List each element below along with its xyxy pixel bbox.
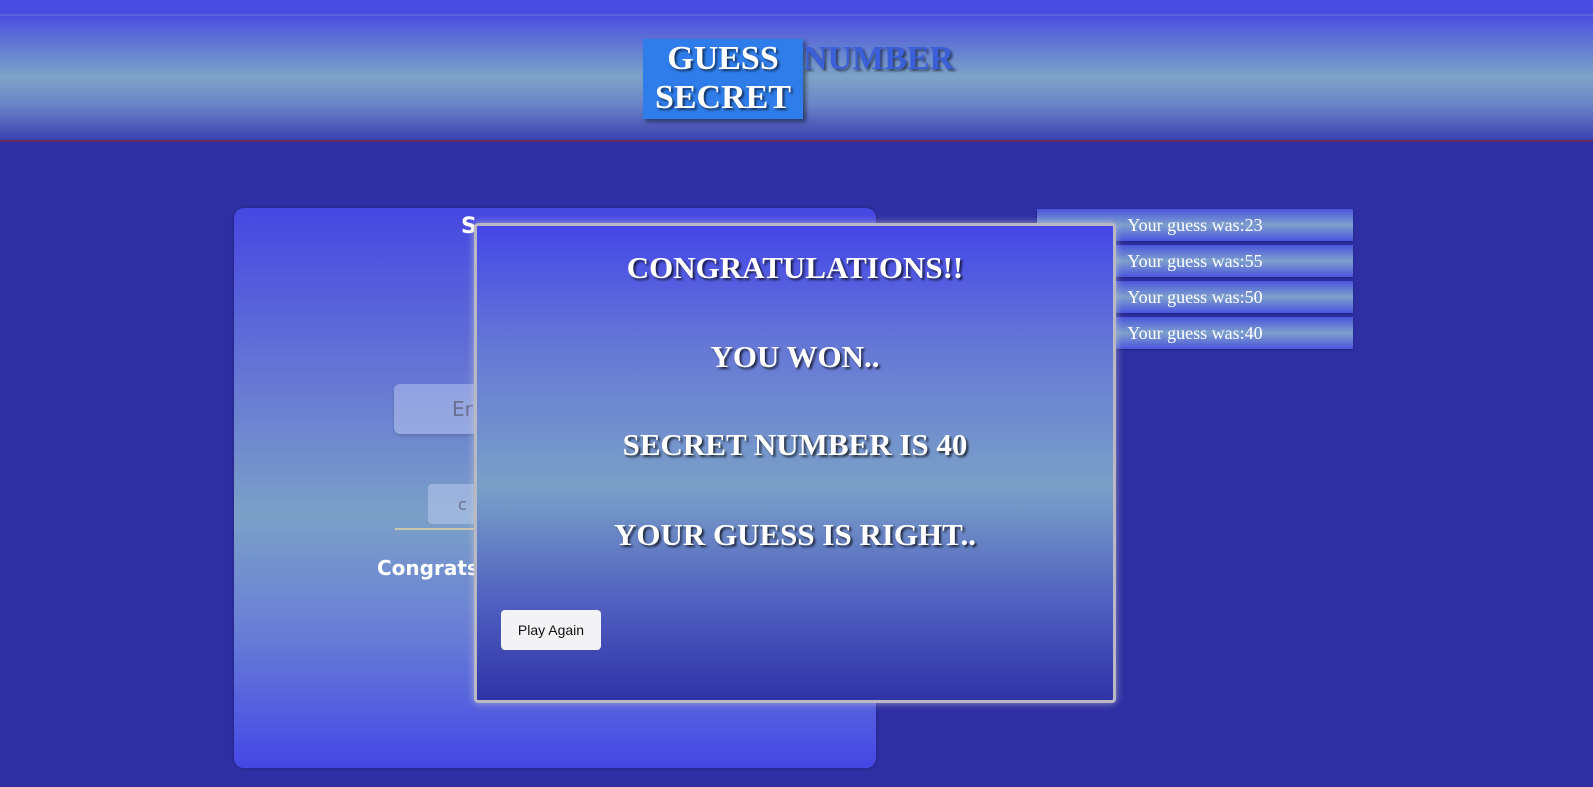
win-modal: CONGRATULATIONS!! YOU WON.. SECRET NUMBE… [474, 223, 1116, 703]
modal-congratulations: CONGRATULATIONS!! [626, 250, 964, 285]
modal-you-won: YOU WON.. [710, 339, 880, 374]
app-header: GUESS SECRET NUMBER [0, 0, 1593, 142]
title-word-guess: GUESS [667, 40, 779, 77]
header-topline [0, 14, 1593, 16]
title-word-number: NUMBER [803, 40, 955, 77]
title-word-secret: SECRET [654, 79, 792, 116]
modal-secret-number: SECRET NUMBER IS 40 [622, 427, 968, 462]
result-message: Congrats [377, 556, 479, 580]
modal-guess-right: YOUR GUESS IS RIGHT.. [613, 517, 977, 552]
play-again-button[interactable]: Play Again [501, 610, 601, 650]
title-box: GUESS SECRET [643, 39, 803, 119]
